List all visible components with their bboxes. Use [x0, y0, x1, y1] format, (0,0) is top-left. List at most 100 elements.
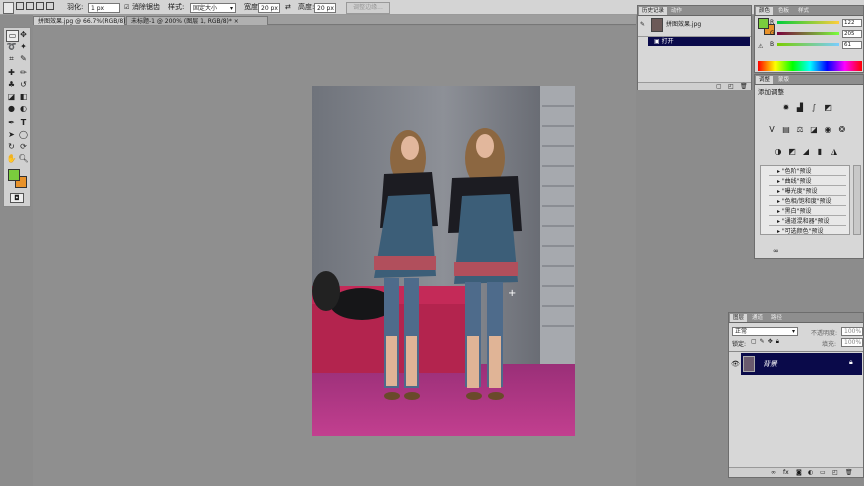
3d-orbit-icon[interactable]: ⟳	[18, 142, 29, 152]
height-input[interactable]: 20 px	[314, 3, 336, 13]
type-tool-icon[interactable]: T	[18, 118, 29, 128]
blue-slider[interactable]	[777, 43, 839, 46]
color-spectrum-bar[interactable]	[758, 61, 862, 71]
opacity-input[interactable]: 100%	[841, 327, 863, 336]
green-value-field[interactable]: 205	[842, 30, 862, 38]
tab-document-1[interactable]: 拼图效果.jpg @ 66.7%(RGB/8) ×	[33, 16, 132, 25]
selective-color-icon[interactable]: ◮	[829, 147, 839, 156]
magic-wand-icon[interactable]: ✦	[18, 42, 29, 52]
close-icon[interactable]: ×	[234, 18, 239, 25]
tab-document-2[interactable]: 未标题-1 @ 200% (图层 1, RGB/8)* ×	[126, 16, 268, 25]
gradient-tool-icon[interactable]: ◧	[18, 92, 29, 102]
zoom-tool-icon[interactable]: 🔍︎	[18, 154, 29, 164]
preset-item[interactable]: ▸ "色相/饱和度"预设	[769, 197, 846, 206]
tab-actions[interactable]: 动作	[668, 7, 685, 15]
layer-style-icon[interactable]: fx	[783, 469, 789, 476]
quick-mask-icon[interactable]: ◘	[10, 193, 24, 203]
fill-input[interactable]: 100%	[841, 338, 863, 347]
lasso-tool-icon[interactable]: ➰	[6, 42, 17, 52]
preset-item[interactable]: ▸ "曲线"预设	[769, 177, 846, 186]
clone-stamp-icon[interactable]: ♣	[6, 80, 17, 90]
healing-brush-icon[interactable]: ✚	[6, 68, 17, 78]
preset-item[interactable]: ▸ "黑白"预设	[769, 207, 846, 216]
tab-color[interactable]: 颜色	[756, 7, 774, 15]
tab-channels[interactable]: 通道	[749, 314, 766, 322]
invert-icon[interactable]: ◑	[773, 147, 783, 156]
dodge-tool-icon[interactable]: ◐	[18, 104, 29, 114]
tab-masks[interactable]: 蒙版	[775, 76, 792, 84]
eraser-icon[interactable]: ◪	[6, 92, 17, 102]
history-item[interactable]: ▣ 打开	[648, 37, 750, 46]
tab-paths[interactable]: 路径	[768, 314, 785, 322]
gamut-warning-icon[interactable]: ⚠	[758, 43, 763, 50]
shape-tool-icon[interactable]: ◯	[18, 130, 29, 140]
foreground-color-swatch[interactable]	[758, 18, 769, 29]
layer-row[interactable]: 背景 🔒︎	[741, 353, 862, 375]
exposure-icon[interactable]: ◩	[823, 103, 833, 112]
swap-icon[interactable]: ⇄	[285, 2, 291, 12]
new-document-icon[interactable]: ▢	[716, 83, 722, 90]
tab-styles[interactable]: 样式	[795, 7, 812, 15]
channel-mixer-icon[interactable]: ❂	[837, 125, 847, 134]
visibility-eye-icon[interactable]: 👁︎	[731, 360, 740, 368]
snapshot-thumbnail[interactable]	[651, 18, 663, 32]
new-snapshot-icon[interactable]: ◰	[728, 83, 734, 90]
brush-tool-icon[interactable]: ✏	[18, 68, 29, 78]
levels-icon[interactable]: ▟	[795, 103, 805, 112]
preset-item[interactable]: ▸ "通道混和器"预设	[769, 217, 846, 226]
link-icon[interactable]: ∞	[773, 247, 779, 255]
preset-item[interactable]: ▸ "曝光度"预设	[769, 187, 846, 196]
vibrance-icon[interactable]: V	[767, 125, 777, 134]
refine-edge-button[interactable]: 调整边缘...	[346, 2, 390, 14]
curves-icon[interactable]: ∫	[809, 103, 819, 112]
blue-value-field[interactable]: 61	[842, 41, 862, 49]
blend-mode-select[interactable]: 正常 ▾	[732, 327, 798, 336]
foreground-color-swatch[interactable]	[8, 169, 20, 181]
red-value-field[interactable]: 122	[842, 19, 862, 27]
selection-mode-icons[interactable]	[16, 2, 54, 12]
adjustment-layer-icon[interactable]: ◐	[808, 469, 813, 476]
crop-tool-icon[interactable]: ⌗	[6, 54, 17, 64]
style-select[interactable]: 固定大小 ▾	[190, 3, 236, 13]
photo-filter-icon[interactable]: ◉	[823, 125, 833, 134]
black-white-icon[interactable]: ◪	[809, 125, 819, 134]
threshold-icon[interactable]: ◢	[801, 147, 811, 156]
gradient-map-icon[interactable]: ▮	[815, 147, 825, 156]
eyedropper-icon[interactable]: ✎	[18, 54, 29, 64]
history-brush-source-icon[interactable]: ✎	[640, 21, 645, 28]
trash-icon[interactable]: 🗑︎	[740, 83, 748, 90]
antialias-checkbox[interactable]: ☑	[124, 2, 129, 12]
marquee-preset-icon[interactable]	[3, 2, 14, 14]
tab-swatches[interactable]: 色板	[775, 7, 792, 15]
add-selection-icon[interactable]	[26, 2, 34, 10]
trash-icon[interactable]: 🗑︎	[845, 469, 853, 476]
document-image[interactable]: +	[312, 86, 575, 436]
new-group-icon[interactable]: ▭	[820, 469, 826, 476]
new-selection-icon[interactable]	[16, 2, 24, 10]
preset-item[interactable]: ▸ "色阶"预设	[769, 167, 846, 176]
pen-tool-icon[interactable]: ✒	[6, 118, 17, 128]
hue-saturation-icon[interactable]: ▤	[781, 125, 791, 134]
green-slider[interactable]	[777, 32, 839, 35]
tab-adjustments[interactable]: 调整	[756, 76, 774, 84]
lock-icons[interactable]: ▢✎✥🔒︎	[751, 338, 782, 346]
snapshot-label[interactable]: 拼图效果.jpg	[666, 20, 701, 29]
hand-tool-icon[interactable]: ✋	[6, 154, 17, 164]
3d-rotate-icon[interactable]: ↻	[6, 142, 17, 152]
tab-history[interactable]: 历史记录	[639, 7, 668, 15]
posterize-icon[interactable]: ◩	[787, 147, 797, 156]
add-mask-icon[interactable]: ◙	[796, 469, 802, 476]
color-balance-icon[interactable]: ⚖	[795, 125, 805, 134]
tab-layers[interactable]: 图层	[730, 314, 748, 322]
subtract-selection-icon[interactable]	[36, 2, 44, 10]
intersect-selection-icon[interactable]	[46, 2, 54, 10]
feather-input[interactable]: 1 px	[88, 3, 120, 13]
brightness-contrast-icon[interactable]: ✹	[781, 103, 791, 112]
new-layer-icon[interactable]: ◰	[832, 469, 838, 476]
path-selection-icon[interactable]: ➤	[6, 130, 17, 140]
width-input[interactable]: 20 px	[258, 3, 280, 13]
layer-name[interactable]: 背景	[763, 359, 777, 369]
history-brush-icon[interactable]: ↺	[18, 80, 29, 90]
presets-scrollbar[interactable]	[853, 165, 861, 235]
blur-tool-icon[interactable]: ●	[6, 104, 17, 114]
